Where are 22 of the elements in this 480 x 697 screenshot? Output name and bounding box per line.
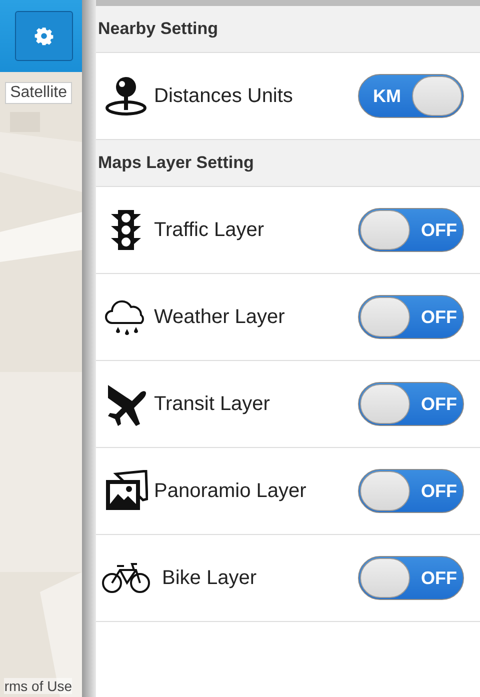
satellite-button[interactable]: Satellite [5, 82, 72, 104]
toggle-switch[interactable]: OFF [358, 382, 464, 426]
toggle-switch[interactable]: OFF [358, 295, 464, 339]
setting-label: Traffic Layer [154, 218, 266, 242]
traffic-light-icon [109, 208, 143, 252]
setting-label: Distances Units [154, 84, 294, 108]
bicycle-icon [101, 561, 151, 595]
section-header: Nearby Setting [96, 6, 480, 53]
setting-label: Transit Layer [154, 392, 271, 416]
toggle-switch[interactable]: OFF [358, 469, 464, 513]
setting-label: Weather Layer [154, 306, 286, 328]
terms-link[interactable]: rms of Use [4, 678, 72, 694]
setting-label: Bike Layer [161, 566, 258, 590]
setting-label: Panoramio Layer [154, 480, 308, 502]
location-pin-icon [104, 75, 148, 117]
section-header: Maps Layer Setting [96, 140, 480, 187]
settings-button[interactable] [15, 11, 73, 61]
settings-icon [34, 26, 54, 46]
toggle-switch[interactable]: OFF [358, 208, 464, 252]
toggle-switch[interactable]: KM [358, 74, 464, 118]
photos-icon [104, 470, 148, 512]
toggle-switch[interactable]: OFF [358, 556, 464, 600]
